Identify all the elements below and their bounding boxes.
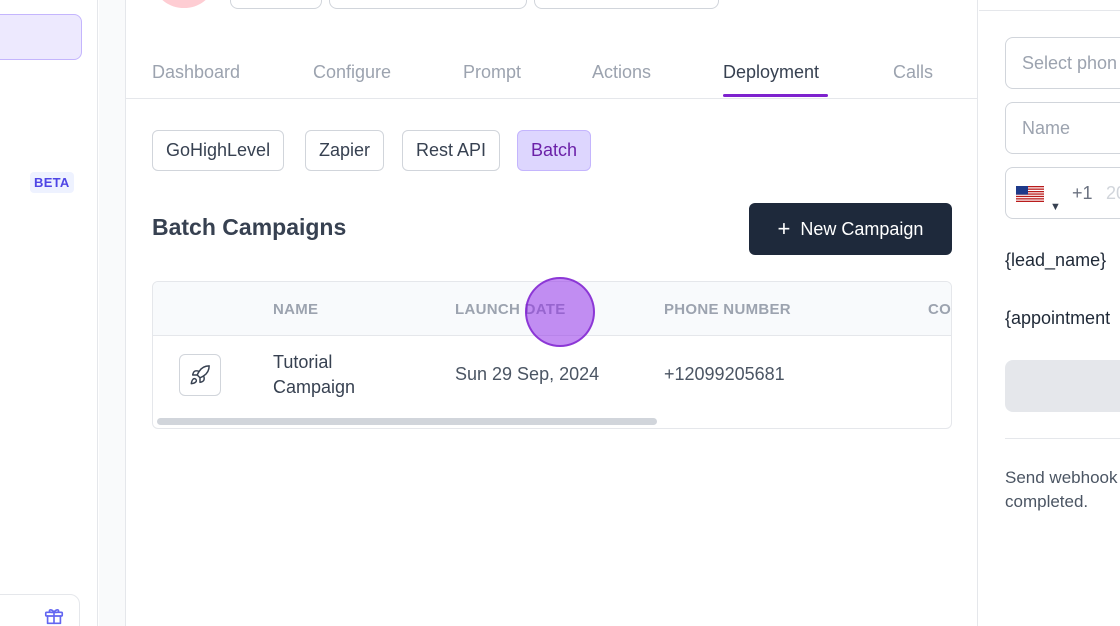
gift-icon: [44, 609, 64, 625]
new-campaign-button[interactable]: + New Campaign: [749, 203, 952, 255]
plus-icon: +: [777, 216, 791, 241]
right-panel-divider: [1005, 438, 1120, 439]
submit-button[interactable]: [1005, 360, 1120, 412]
sidebar-gift-button[interactable]: [0, 594, 80, 626]
rocket-icon: [190, 365, 210, 385]
table-horizontal-scrollbar[interactable]: [157, 418, 657, 425]
app-window: BETA Dashboard Configure Prompt Actions …: [0, 0, 1120, 626]
main-tabs: Dashboard Configure Prompt Actions Deplo…: [126, 50, 978, 99]
campaign-name: Tutorial Campaign: [273, 350, 393, 400]
table-header: NAME LAUNCH DATE PHONE NUMBER CO: [153, 282, 951, 336]
avatar: [156, 0, 212, 8]
column-phone-number[interactable]: PHONE NUMBER: [664, 301, 791, 318]
header-pill-2[interactable]: [329, 0, 527, 9]
tab-configure[interactable]: Configure: [313, 62, 391, 83]
us-flag-icon[interactable]: [1016, 186, 1044, 202]
page-title: Batch Campaigns: [152, 214, 347, 240]
column-co[interactable]: CO: [928, 301, 951, 318]
new-campaign-label: New Campaign: [800, 218, 924, 239]
phone-placeholder: 20: [1106, 183, 1120, 203]
column-name[interactable]: NAME: [273, 301, 318, 318]
sidebar-item-active[interactable]: [0, 14, 82, 60]
tab-calls[interactable]: Calls: [893, 62, 933, 83]
tab-actions[interactable]: Actions: [592, 62, 651, 83]
beta-badge: BETA: [30, 172, 74, 193]
subtab-rest-api[interactable]: Rest API: [402, 130, 501, 171]
table-row[interactable]: Tutorial Campaign Sun 29 Sep, 2024 +1209…: [153, 336, 951, 416]
subtab-gohighlevel[interactable]: GoHighLevel: [152, 130, 285, 171]
campaign-icon-button[interactable]: [179, 354, 221, 396]
main-content: Dashboard Configure Prompt Actions Deplo…: [126, 0, 978, 626]
variable-appointment: {appointment: [1005, 308, 1111, 328]
phone-number-field[interactable]: ▼ +1 20: [1005, 167, 1120, 219]
campaign-phone-number: +12099205681: [664, 364, 785, 384]
tab-deployment[interactable]: Deployment: [723, 62, 819, 83]
active-tab-indicator: [723, 94, 828, 97]
campaign-launch-date: Sun 29 Sep, 2024: [455, 364, 600, 384]
name-field[interactable]: Name: [1005, 102, 1120, 154]
select-phone-field[interactable]: Select phon: [1005, 37, 1120, 89]
webhook-line1: Send webhook: [1005, 468, 1118, 487]
right-panel: Select phon Name ▼ +1 20 {lead_name} {ap…: [979, 0, 1120, 626]
campaigns-table: NAME LAUNCH DATE PHONE NUMBER CO Tutoria…: [152, 281, 952, 429]
campaign-name-line1: Tutorial: [273, 352, 333, 372]
webhook-line2: completed.: [1005, 492, 1089, 511]
right-panel-divider-top: [979, 10, 1120, 11]
subtab-batch[interactable]: Batch: [517, 130, 592, 171]
agent-header: [126, 0, 978, 12]
campaign-name-line2: Campaign: [273, 377, 356, 397]
sidebar: BETA: [0, 0, 98, 626]
subtab-zapier[interactable]: Zapier: [305, 130, 385, 171]
header-pill-3[interactable]: [534, 0, 719, 9]
variable-lead-name: {lead_name}: [1005, 250, 1107, 270]
dial-code: +1: [1072, 183, 1093, 203]
webhook-description: Send webhook completed.: [1005, 466, 1120, 514]
column-launch-date[interactable]: LAUNCH DATE: [455, 301, 566, 318]
chevron-down-icon[interactable]: ▼: [1050, 182, 1061, 218]
tab-prompt[interactable]: Prompt: [463, 62, 521, 83]
tab-dashboard[interactable]: Dashboard: [152, 62, 240, 83]
content-gutter: [99, 0, 126, 626]
header-pill-1[interactable]: [230, 0, 322, 9]
